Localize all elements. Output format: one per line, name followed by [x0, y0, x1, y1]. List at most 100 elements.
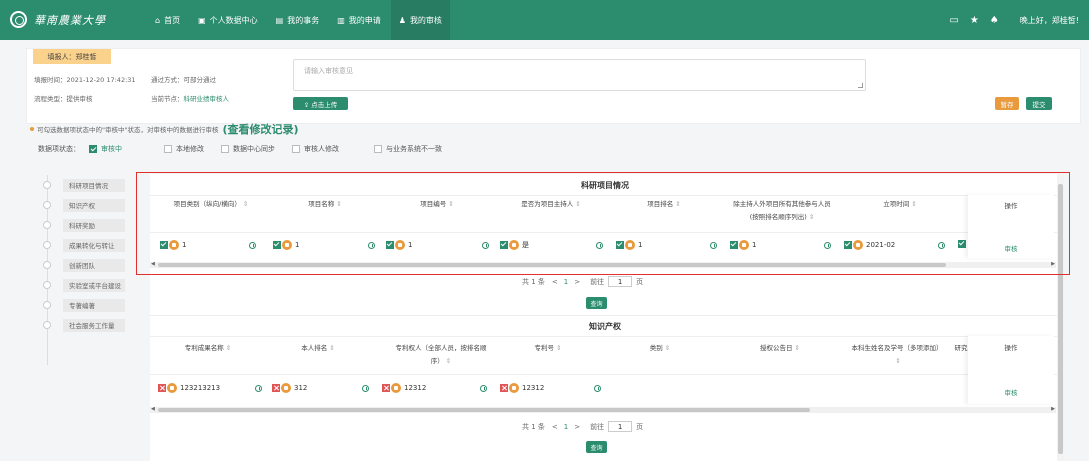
cell-value: 312: [294, 384, 308, 392]
scroll-right-icon[interactable]: ▶: [1051, 406, 1055, 412]
sidebar-item-innovation-team[interactable]: 创新团队: [35, 255, 140, 275]
col-header-my-rank[interactable]: 本人排名 ⇕: [278, 342, 358, 355]
review-comment-input[interactable]: 请输入审核意见: [293, 59, 866, 91]
save-draft-button[interactable]: 暂存: [995, 97, 1019, 110]
nav-my-reviews[interactable]: ♟ 我的审核: [390, 0, 450, 40]
sidebar-item-awards[interactable]: 科研奖励: [35, 215, 140, 235]
next-page-icon[interactable]: >: [574, 423, 580, 431]
view-change-log-link[interactable]: (查看修改记录): [222, 121, 298, 137]
checkbox-rejected-icon[interactable]: [500, 384, 508, 392]
nav-my-applications[interactable]: ▥ 我的申请: [329, 0, 389, 40]
checkbox-checked-icon[interactable]: [89, 145, 97, 153]
status-reviewing[interactable]: 审核中: [89, 144, 122, 154]
message-icon[interactable]: ▭: [949, 15, 958, 26]
next-page-icon[interactable]: >: [574, 278, 580, 286]
university-logo[interactable]: 華南農業大學: [10, 11, 106, 28]
star-icon[interactable]: ★: [970, 15, 979, 26]
sort-icon[interactable]: ⇕: [556, 344, 561, 352]
review-notice: 可勾选数据项状态中的"审核中"状态，对审核中的数据进行审核 (查看修改记录): [30, 121, 299, 137]
status-item-label: 审核中: [101, 145, 122, 153]
scroll-left-icon[interactable]: ◀: [151, 406, 155, 412]
lock-icon: [167, 383, 177, 393]
col-header-undergrad[interactable]: 本科生姓名及学号（多项添加） ⇕: [838, 342, 956, 368]
lock-icon: [391, 383, 401, 393]
clock-icon[interactable]: [594, 385, 601, 392]
col-header-category[interactable]: 类别 ⇕: [620, 342, 700, 355]
sidebar-item-label: 专著编著: [63, 298, 125, 312]
checkbox-icon[interactable]: [374, 145, 382, 153]
page-unit: 页: [636, 277, 644, 286]
resize-handle-icon[interactable]: [858, 83, 863, 88]
sort-icon[interactable]: ⇕: [329, 344, 334, 352]
scrollbar-thumb[interactable]: [158, 408, 810, 412]
checkbox-icon[interactable]: [292, 145, 300, 153]
sidebar-item-label: 科研奖励: [63, 218, 125, 232]
sort-icon[interactable]: ⇕: [795, 344, 800, 352]
sort-icon[interactable]: ⇕: [840, 355, 956, 368]
checkbox-rejected-icon[interactable]: [382, 384, 390, 392]
affairs-icon: ▤: [275, 15, 284, 25]
current-node-label: 当前节点：: [151, 95, 184, 103]
nav-home[interactable]: ⌂ 首页: [147, 0, 188, 40]
review-link[interactable]: 审核: [968, 387, 1054, 397]
cell-patentee[interactable]: 12312: [382, 383, 426, 393]
current-page[interactable]: 1: [564, 423, 568, 431]
submit-button[interactable]: 提交: [1026, 97, 1052, 110]
status-datacenter-sync[interactable]: 数据中心同步: [221, 144, 275, 154]
cell-patent-number[interactable]: 12312: [500, 383, 544, 393]
header-label: 本人排名: [301, 344, 328, 352]
sort-icon[interactable]: ⇕: [446, 357, 451, 365]
checkbox-rejected-icon[interactable]: [158, 384, 166, 392]
top-right-tools: ▭ ★ ♠ 晚上好，郑桂皙!: [949, 0, 1079, 40]
page-input[interactable]: 1: [608, 276, 633, 287]
highlight-frame: [136, 172, 1070, 275]
checkbox-rejected-icon[interactable]: [272, 384, 280, 392]
upload-button[interactable]: ⇪ 点击上传: [293, 97, 348, 110]
step-circle-icon: [43, 301, 51, 309]
nav-personal-data-center[interactable]: ▣ 个人数据中心: [190, 0, 266, 40]
header-label: 授权公告日: [760, 344, 793, 352]
checkbox-icon[interactable]: [164, 145, 172, 153]
personal-data-icon: ▣: [198, 15, 206, 25]
sidebar-item-ip[interactable]: 知识产权: [35, 195, 140, 215]
status-inconsistent[interactable]: 与业务系统不一致: [374, 144, 442, 154]
sidebar-item-label: 成果转化与转让: [63, 238, 125, 252]
nav-label: 首页: [164, 15, 181, 25]
sidebar-item-tech-transfer[interactable]: 成果转化与转让: [35, 235, 140, 255]
status-item-label: 审核人修改: [304, 145, 339, 153]
col-header-patent-name[interactable]: 专利成果名称 ⇕: [160, 342, 256, 355]
col-header-grant-date[interactable]: 授权公告日 ⇕: [735, 342, 825, 355]
page-input[interactable]: 1: [608, 421, 633, 432]
col-header-patentee[interactable]: 专利权人（全部人员，按排名顺 序） ⇕: [382, 342, 500, 368]
nav-my-affairs[interactable]: ▤ 我的事务: [268, 0, 328, 40]
cell-patent-name[interactable]: 123213213: [158, 383, 220, 393]
bell-icon[interactable]: ♠: [990, 15, 999, 26]
clock-icon[interactable]: [480, 385, 487, 392]
sidebar-item-label: 社会服务工作量: [63, 318, 125, 332]
user-greeting[interactable]: 晚上好，郑桂皙!: [1020, 15, 1079, 26]
status-label: 数据项状态：: [38, 145, 80, 153]
data-status-filter: 数据项状态： 审核中 本地修改 数据中心同步 审核人修改 与业务系统不一致: [38, 144, 459, 154]
checkbox-icon[interactable]: [221, 145, 229, 153]
current-page[interactable]: 1: [564, 278, 568, 286]
status-local-modified[interactable]: 本地修改: [164, 144, 204, 154]
query-button[interactable]: 查询: [586, 297, 607, 309]
prev-page-icon[interactable]: <: [552, 278, 558, 286]
sidebar-item-social-service[interactable]: 社会服务工作量: [35, 315, 140, 335]
header-label: 专利权人（全部人员，按排名顺: [395, 344, 487, 352]
sidebar-item-research-projects[interactable]: 科研项目情况: [35, 175, 140, 195]
clock-icon[interactable]: [362, 385, 369, 392]
sidebar-item-monographs[interactable]: 专著编著: [35, 295, 140, 315]
sort-icon[interactable]: ⇕: [226, 344, 231, 352]
horizontal-scrollbar[interactable]: ◀ ▶: [150, 406, 1056, 413]
query-button[interactable]: 查询: [586, 441, 607, 453]
sort-icon[interactable]: ⇕: [665, 344, 670, 352]
col-header-patent-number[interactable]: 专利号 ⇕: [508, 342, 588, 355]
operation-column: 操作 审核: [968, 336, 1054, 404]
clock-icon[interactable]: [255, 385, 262, 392]
sidebar-item-lab-platform[interactable]: 实验室或平台建设: [35, 275, 140, 295]
nav-label: 我的审核: [409, 15, 442, 25]
status-reviewer-modified[interactable]: 审核人修改: [292, 144, 339, 154]
cell-my-rank[interactable]: 312: [272, 383, 307, 393]
prev-page-icon[interactable]: <: [552, 423, 558, 431]
